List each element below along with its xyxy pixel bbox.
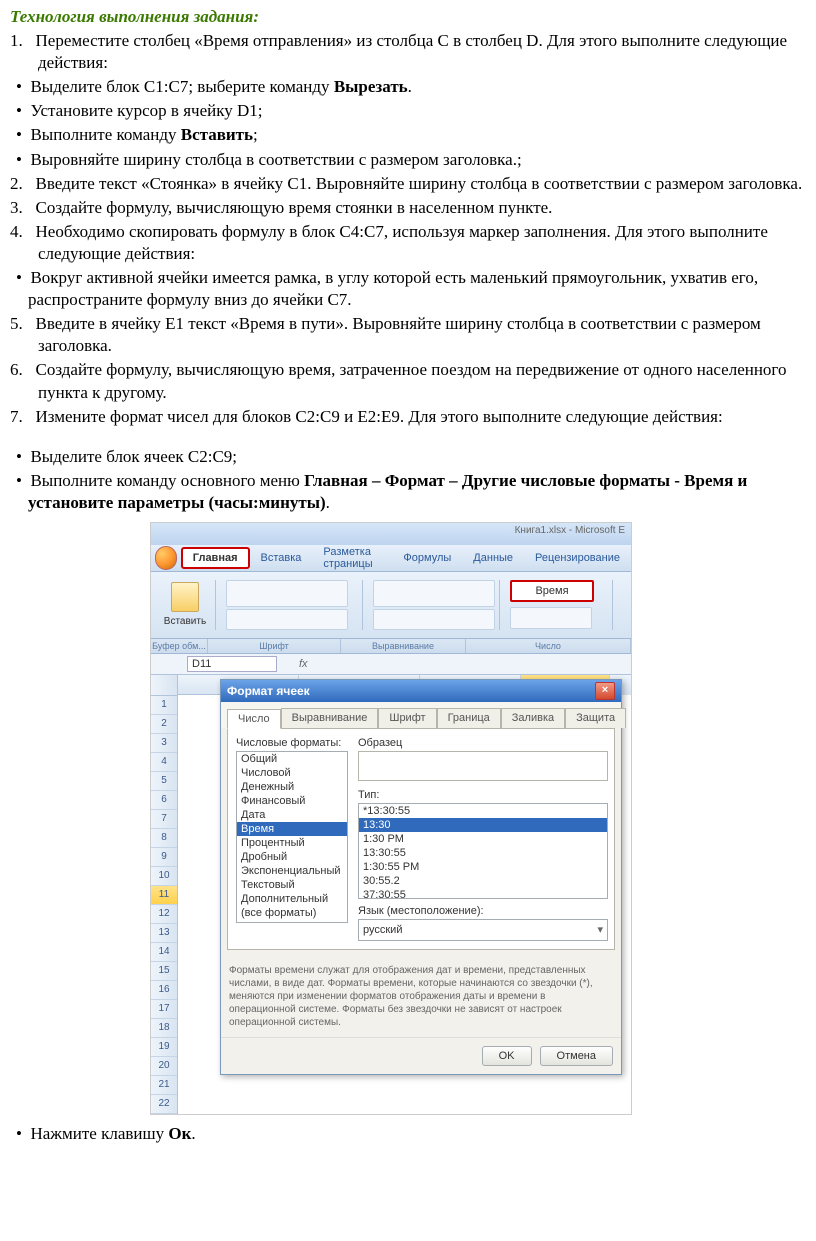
excel-screenshot: Книга1.xlsx - Microsoft E Главная Вставк…	[150, 522, 632, 1115]
bullet-last: • Нажмите клавишу Ок.	[10, 1123, 806, 1145]
row-headers[interactable]: 12345678910111213141516171819202122	[151, 675, 178, 1114]
bullet-1c: • Выполните команду Вставить;	[10, 124, 806, 146]
help-text: Форматы времени служат для отображения д…	[221, 956, 621, 1037]
close-icon[interactable]: ×	[595, 682, 615, 700]
dlg-tab-align[interactable]: Выравнивание	[281, 708, 379, 728]
bullet-7b: • Выполните команду основного меню Главн…	[10, 470, 806, 514]
tab-insert[interactable]: Вставка	[250, 548, 313, 568]
cancel-button[interactable]: Отмена	[540, 1046, 613, 1066]
align-controls[interactable]	[373, 580, 495, 607]
paste-icon[interactable]	[171, 582, 199, 612]
group-font: Шрифт	[208, 639, 341, 653]
group-clipboard: Буфер обм...	[151, 639, 208, 653]
bullet-1a: • Выделите блок C1:C7; выберите команду …	[10, 76, 806, 98]
name-box[interactable]: D11	[187, 656, 277, 672]
font-controls[interactable]	[226, 580, 348, 607]
sample-label: Образец	[358, 737, 608, 749]
step-7: 7. Измените формат чисел для блоков С2:С…	[10, 406, 806, 428]
dialog-title: Формат ячеек	[227, 684, 310, 698]
tab-layout[interactable]: Разметка страницы	[312, 542, 392, 574]
step-4: 4. Необходимо скопировать формулу в блок…	[10, 221, 806, 265]
tab-formulas[interactable]: Формулы	[392, 548, 462, 568]
number-format-selector[interactable]: Время	[510, 580, 594, 602]
category-list[interactable]: ОбщийЧисловойДенежныйФинансовыйДатаВремя…	[236, 751, 348, 923]
bullet-4a: • Вокруг активной ячейки имеется рамка, …	[10, 267, 806, 311]
group-align: Выравнивание	[341, 639, 466, 653]
dlg-tab-font[interactable]: Шрифт	[378, 708, 436, 728]
step-2: 2. Введите текст «Стоянка» в ячейку С1. …	[10, 173, 806, 195]
fx-icon[interactable]: fx	[293, 658, 314, 670]
format-cells-dialog: Формат ячеек × Число Выравнивание Шрифт Г…	[220, 679, 622, 1075]
section-title: Технология выполнения задания:	[10, 6, 806, 28]
lang-label: Язык (местоположение):	[358, 905, 608, 917]
dlg-tab-border[interactable]: Граница	[437, 708, 501, 728]
category-label: Числовые форматы:	[236, 737, 348, 749]
sample-box	[358, 751, 608, 781]
step-1: 1. Переместите столбец «Время отправлени…	[10, 30, 806, 74]
type-list[interactable]: *13:30:5513:301:30 PM13:30:551:30:55 PM3…	[358, 803, 608, 899]
tab-data[interactable]: Данные	[462, 548, 524, 568]
dlg-tab-number[interactable]: Число	[227, 709, 281, 729]
bullet-1d: • Выровняйте ширину столбца в соответств…	[10, 149, 806, 171]
bullet-7a: • Выделите блок ячеек С2:С9;	[10, 446, 806, 468]
step-5: 5. Введите в ячейку Е1 текст «Время в пу…	[10, 313, 806, 357]
dlg-tab-fill[interactable]: Заливка	[501, 708, 565, 728]
dlg-tab-protect[interactable]: Защита	[565, 708, 626, 728]
step-6: 6. Создайте формулу, вычисляющую время, …	[10, 359, 806, 403]
step-3: 3. Создайте формулу, вычисляющую время с…	[10, 197, 806, 219]
language-select[interactable]: русский	[358, 919, 608, 941]
tab-review[interactable]: Рецензирование	[524, 548, 631, 568]
ok-button[interactable]: OK	[482, 1046, 532, 1066]
office-button[interactable]	[155, 546, 177, 570]
bullet-1b: • Установите курсор в ячейку D1;	[10, 100, 806, 122]
tab-home[interactable]: Главная	[181, 547, 250, 569]
group-number: Число	[466, 639, 631, 653]
type-label: Тип:	[358, 789, 608, 801]
